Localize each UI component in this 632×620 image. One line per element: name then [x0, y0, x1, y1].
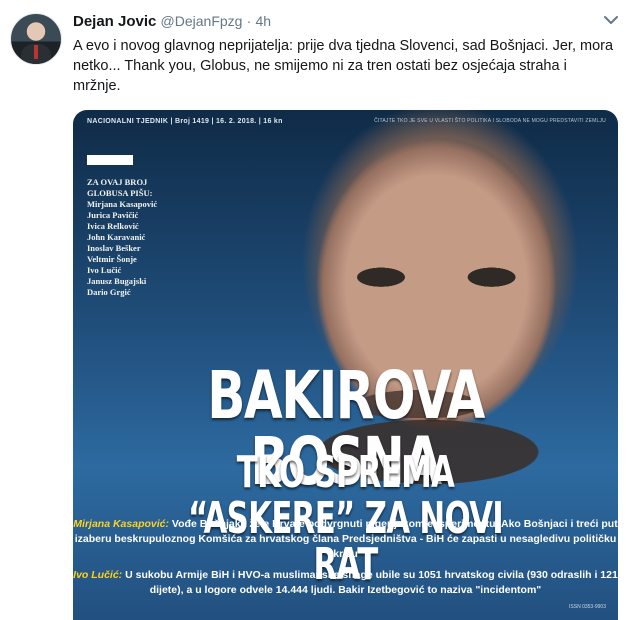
author-name[interactable]: Dejan Jovic [73, 13, 156, 30]
cover-logo-bar [87, 155, 133, 165]
teaser-2-text: U sukobu Armije BiH i HVO-a muslimanske … [125, 569, 618, 596]
avatar[interactable] [10, 13, 62, 65]
authors-title: ZA OVAJ BROJ GLOBUSA PIŠU: [87, 177, 153, 198]
tweet-text: A evo i novog glavnog neprijatelja: prij… [73, 38, 614, 94]
teaser-2: Ivo Lučić: U sukobu Armije BiH i HVO-a m… [73, 568, 618, 598]
teaser-2-name: Ivo Lučić: [73, 569, 123, 581]
chevron-down-icon[interactable] [604, 15, 618, 25]
author-item: Ivica Relković [87, 221, 139, 231]
authors-list: Mirjana Kasapović Jurica Pavičić Ivica R… [87, 199, 157, 298]
tweet-image[interactable]: NACIONALNI TJEDNIK | Broj 1419 | 16. 2. … [73, 110, 618, 620]
cover-topbar-right: ČITAJTE TKO JE SVE U VLASTI ŠTO POLITIKA… [374, 118, 606, 124]
avatar-tie [34, 45, 38, 59]
author-handle[interactable]: @DejanFpzg [161, 13, 243, 29]
tweet-header: Dejan Jovic @DejanFpzg · 4h [73, 11, 271, 32]
cover-teasers: Mirjana Kasapović: Vođe Bošnjaka žele Hr… [73, 517, 618, 598]
author-item: Dario Grgić [87, 287, 131, 297]
teaser-1-name: Mirjana Kasapović: [73, 518, 169, 530]
teaser-1: Mirjana Kasapović: Vođe Bošnjaka žele Hr… [73, 517, 618, 562]
author-item: Veltmir Šonje [87, 254, 137, 264]
author-item: Jurica Pavičić [87, 210, 139, 220]
timestamp[interactable]: 4h [255, 13, 271, 29]
author-item: Mirjana Kasapović [87, 199, 158, 209]
author-item: John Karavanić [87, 232, 146, 242]
author-item: Ivo Lučić [87, 265, 122, 275]
cover-topbar: NACIONALNI TJEDNIK | Broj 1419 | 16. 2. … [87, 118, 283, 125]
separator-dot: · [246, 13, 252, 29]
tweet: Dejan Jovic @DejanFpzg · 4h A evo i novo… [0, 0, 632, 620]
author-item: Inoslav Bešker [87, 243, 141, 253]
author-item: Janusz Bugajski [87, 276, 147, 286]
isbn-code: ISSN 0353-9903 [569, 604, 606, 610]
